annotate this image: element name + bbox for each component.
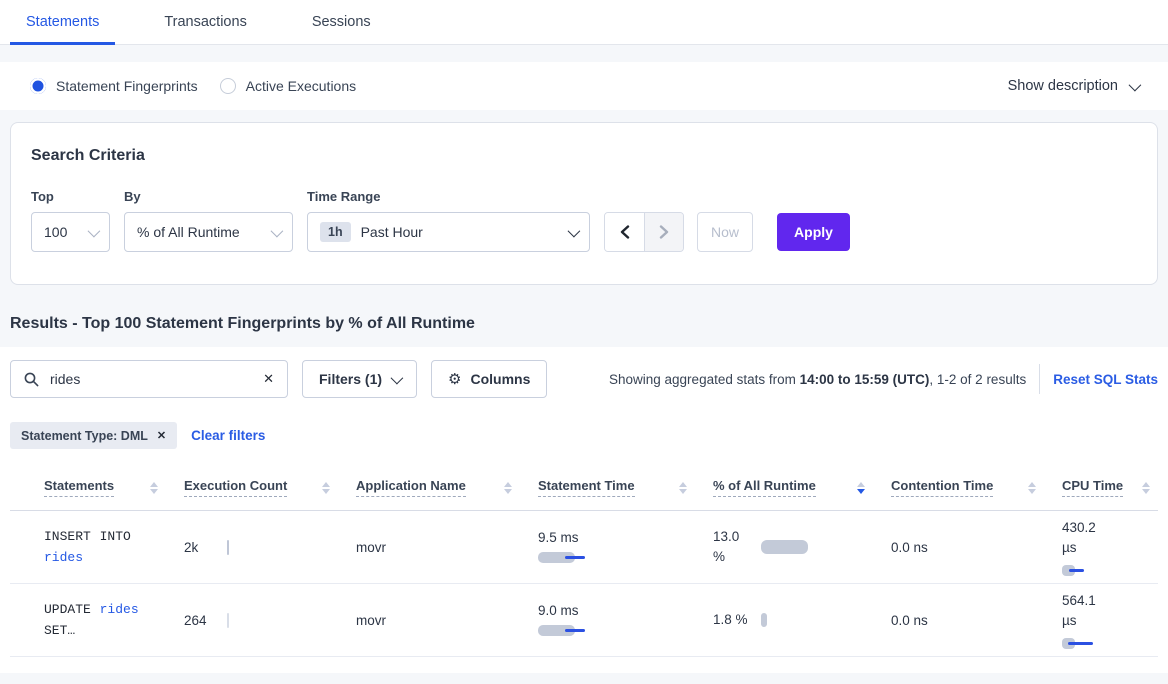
pct-runtime-bar [761,540,808,554]
vertical-divider [1039,364,1040,394]
show-description-toggle[interactable]: Show description [1008,78,1138,94]
radio-unselected-icon [220,78,236,94]
search-criteria-card: Search Criteria Top 100 By % of All Runt… [10,122,1158,285]
gear-icon: ⚙ [448,370,461,388]
reset-sql-stats-link[interactable]: Reset SQL Stats [1053,372,1158,387]
field-by: By % of All Runtime [124,189,293,252]
cell-contention-time: 0.0 ns [891,613,1062,628]
tab-sessions[interactable]: Sessions [296,0,387,44]
cell-statement-time: 9.0 ms [538,603,713,637]
cell-pct-runtime: 13.0 % [713,527,891,567]
column-header-cpu-time: CPU Time [1062,478,1158,497]
chevron-left-icon [620,225,630,239]
search-criteria-form: Top 100 By % of All Runtime Time Range 1… [31,189,1137,252]
tab-statements[interactable]: Statements [10,0,115,44]
search-criteria-title: Search Criteria [31,147,1137,165]
aggregated-stats-text: Showing aggregated stats from 14:00 to 1… [609,372,1026,387]
page-tabbar: Statements Transactions Sessions [0,0,1168,45]
by-label: By [124,189,293,204]
cpu-time-bar [1062,638,1122,650]
sort-icon[interactable] [679,482,687,494]
sort-icon[interactable] [1142,482,1150,494]
top-label: Top [31,189,110,204]
chevron-right-icon [659,225,669,239]
chevron-down-icon [568,224,581,237]
sort-icon[interactable] [504,482,512,494]
results-toolbar: ✕ Filters (1) ⚙ Columns Showing aggregat… [10,360,1158,398]
cpu-time-bar [1062,565,1122,577]
radio-statement-fingerprints[interactable]: Statement Fingerprints [30,78,198,94]
results-section: ✕ Filters (1) ⚙ Columns Showing aggregat… [0,347,1168,673]
column-header-pct-all-runtime: % of All Runtime [713,478,891,497]
statement-time-bar [538,625,598,637]
view-toggle-band: Statement Fingerprints Active Executions… [0,62,1168,110]
execution-count-bar [227,540,229,555]
cell-pct-runtime: 1.8 % [713,610,891,630]
cell-statement: INSERT INTO rides [44,526,184,568]
sort-icon-active-desc[interactable] [857,482,865,494]
cell-statement: UPDATE rides SET… [44,599,184,641]
clear-filters-link[interactable]: Clear filters [191,428,265,443]
chevron-down-icon [88,224,101,237]
time-nav-group [604,212,684,252]
time-range-select[interactable]: 1h Past Hour [307,212,590,252]
chevron-down-icon [391,371,404,384]
next-interval-button[interactable] [644,213,683,251]
radio-selected-icon [30,78,46,94]
search-box: ✕ [10,360,288,398]
cell-cpu-time: 430.2 µs [1062,518,1158,577]
column-header-contention-time: Contention Time [891,478,1062,497]
table-row: UPDATE rides SET… 264 movr 9.0 ms 1.8 % … [10,584,1158,657]
time-range-label: Time Range [307,189,590,204]
column-header-application-name: Application Name [356,478,538,497]
table-row: INSERT INTO rides 2k movr 9.5 ms 13.0 % … [10,511,1158,584]
radio-active-executions[interactable]: Active Executions [220,78,357,94]
show-description-label: Show description [1008,78,1118,94]
view-mode-radio-group: Statement Fingerprints Active Executions [30,78,356,94]
radio-label: Statement Fingerprints [56,78,198,94]
now-button[interactable]: Now [697,212,753,252]
remove-filter-icon[interactable]: ✕ [157,429,166,442]
field-top: Top 100 [31,189,110,252]
cell-cpu-time: 564.1 µs [1062,591,1158,650]
column-header-statements: Statements [44,478,184,497]
cell-application-name: movr [356,540,538,555]
cell-statement-time: 9.5 ms [538,530,713,564]
sort-icon[interactable] [1028,482,1036,494]
sort-icon[interactable] [150,482,158,494]
tab-transactions[interactable]: Transactions [148,0,262,44]
column-header-statement-time: Statement Time [538,478,713,497]
cell-contention-time: 0.0 ns [891,540,1062,555]
statement-time-bar [538,552,598,564]
filters-button[interactable]: Filters (1) [302,360,417,398]
search-icon [24,372,39,387]
execution-count-bar [227,613,229,628]
results-heading: Results - Top 100 Statement Fingerprints… [10,315,1168,333]
field-time-range: Time Range 1h Past Hour [307,189,590,252]
search-input[interactable] [50,371,252,387]
radio-label: Active Executions [246,78,357,94]
table-header-row: Statements Execution Count Application N… [10,465,1158,511]
cell-application-name: movr [356,613,538,628]
statement-link[interactable]: rides [44,550,83,565]
cell-execution-count: 264 [184,613,356,628]
active-filters-row: Statement Type: DML ✕ Clear filters [10,422,1158,449]
by-select[interactable]: % of All Runtime [124,212,293,252]
sort-icon[interactable] [322,482,330,494]
cell-execution-count: 2k [184,540,356,555]
column-header-execution-count: Execution Count [184,478,356,497]
columns-button[interactable]: ⚙ Columns [431,360,547,398]
statements-table: Statements Execution Count Application N… [10,465,1158,657]
chevron-down-icon [271,224,284,237]
time-range-badge: 1h [320,222,351,242]
top-select[interactable]: 100 [31,212,110,252]
toolbar-right: Showing aggregated stats from 14:00 to 1… [609,364,1158,394]
clear-search-icon[interactable]: ✕ [263,371,274,387]
pct-runtime-bar [761,613,767,627]
filter-chip-statement-type: Statement Type: DML ✕ [10,422,177,449]
apply-button[interactable]: Apply [777,213,850,251]
statement-link[interactable]: rides [100,602,139,617]
chevron-down-icon [1129,78,1142,91]
previous-interval-button[interactable] [605,213,644,251]
